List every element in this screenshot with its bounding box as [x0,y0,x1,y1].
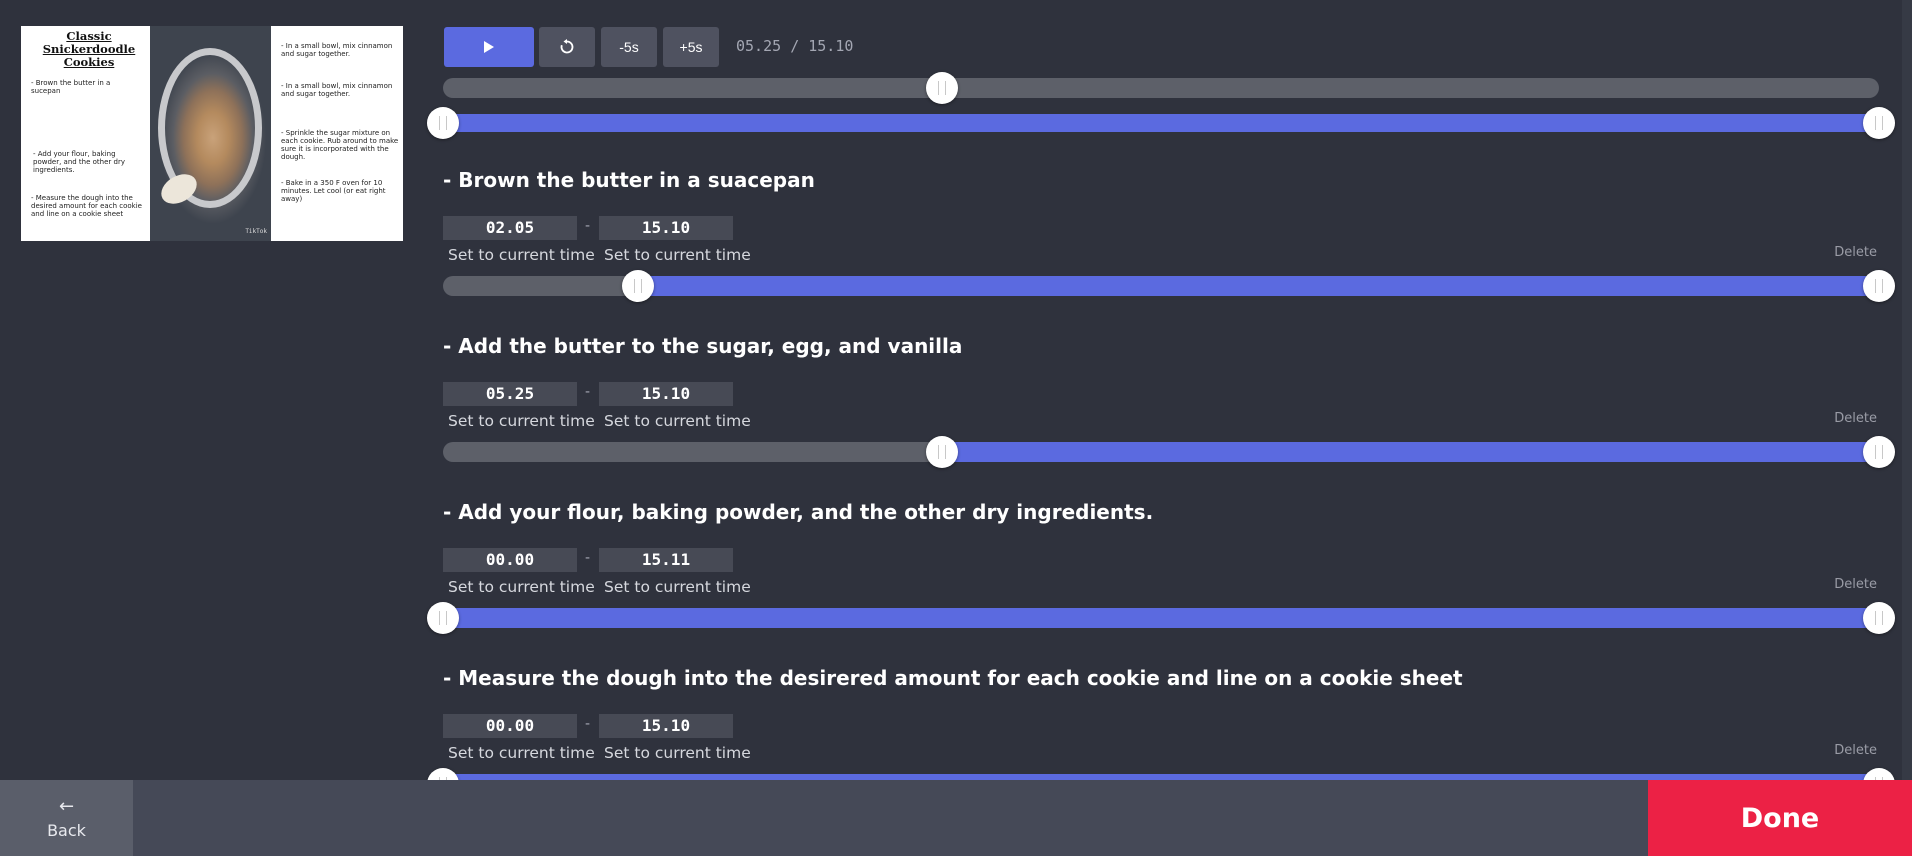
set-start-current-button[interactable]: Set to current time [448,412,595,430]
delete-step-button[interactable]: Delete [1834,411,1877,426]
range-fill [443,114,1879,132]
step-end-time[interactable]: 15.10 [599,216,733,240]
forward-5s-button[interactable]: +5s [663,27,719,67]
range-dash: - [585,384,591,400]
preview-left-panel: Classic Snickerdoodle Cookies - Brown th… [21,26,150,241]
set-start-current-button[interactable]: Set to current time [448,744,595,762]
step-start-time[interactable]: 00.00 [443,714,577,738]
back-label: Back [47,820,86,840]
preview-right-panel: - In a small bowl, mix cinnamon and suga… [271,26,403,241]
range-end-handle[interactable] [1863,107,1895,139]
total-time: 15.10 [808,37,854,55]
step-start-time[interactable]: 05.25 [443,382,577,406]
restart-button[interactable] [539,27,595,67]
preview-note: - In a small bowl, mix cinnamon and suga… [281,82,393,98]
delete-step-button[interactable]: Delete [1834,245,1877,260]
step-end-time[interactable]: 15.10 [599,714,733,738]
time-separator: / [790,37,800,55]
delete-step-button[interactable]: Delete [1834,577,1877,592]
set-start-current-button[interactable]: Set to current time [448,246,595,264]
set-end-current-button[interactable]: Set to current time [604,578,751,596]
range-slider[interactable] [427,107,1895,139]
range-slider[interactable] [443,270,1895,302]
preview-note: - Bake in a 350 F oven for 10 minutes. L… [281,179,386,203]
back-button[interactable]: ← Back [0,780,133,856]
step-start-time[interactable]: 00.00 [443,548,577,572]
range-slider[interactable] [443,436,1895,468]
step-start-time[interactable]: 02.05 [443,216,577,240]
step-end-time[interactable]: 15.11 [599,548,733,572]
step-title: - Measure the dough into the desirered a… [443,666,1463,690]
preview-note: - Brown the butter in a sucepan [31,79,111,95]
range-end-handle[interactable] [1863,602,1895,634]
range-start-handle[interactable] [926,436,959,468]
range-dash: - [585,218,591,234]
step-end-time[interactable]: 15.10 [599,382,733,406]
preview-note: - In a small bowl, mix cinnamon and suga… [281,42,393,58]
preview-note: - Measure the dough into the desired amo… [31,194,142,218]
playback-time: 05.25 / 15.10 [736,37,853,55]
set-end-current-button[interactable]: Set to current time [604,412,751,430]
preview-title: Classic Snickerdoodle Cookies [42,29,136,69]
range-end-handle[interactable] [1863,436,1895,468]
delete-step-button[interactable]: Delete [1834,743,1877,758]
step-title: - Add the butter to the sugar, egg, and … [443,334,963,358]
step-title: - Brown the butter in a suacepan [443,168,815,192]
range-slider[interactable] [427,602,1895,634]
range-dash: - [585,550,591,566]
current-time: 05.25 [736,37,782,55]
step-title: - Add your flour, baking powder, and the… [443,500,1154,524]
range-fill [443,608,1879,628]
set-end-current-button[interactable]: Set to current time [604,744,751,762]
scrollbar[interactable] [1902,0,1912,780]
range-start-handle[interactable] [427,602,459,634]
rewind-5s-button[interactable]: -5s [601,27,657,67]
range-start-handle[interactable] [621,270,654,302]
range-start-handle[interactable] [427,107,459,139]
play-icon [484,41,494,53]
range-fill [637,276,1879,296]
preview-image: TikTok [150,26,271,241]
playhead-handle[interactable] [926,72,959,104]
range-fill [942,442,1879,462]
set-end-current-button[interactable]: Set to current time [604,246,751,264]
restart-icon [560,39,574,54]
set-start-current-button[interactable]: Set to current time [448,578,595,596]
bottom-bar: ← Back Done [0,780,1912,856]
done-button[interactable]: Done [1648,780,1912,856]
preview-note: - Add your flour, baking powder, and the… [33,150,125,174]
video-preview: Classic Snickerdoodle Cookies - Brown th… [21,26,403,241]
watermark: TikTok [245,228,267,235]
range-end-handle[interactable] [1863,270,1895,302]
play-button[interactable] [444,27,534,67]
range-dash: - [585,716,591,732]
arrow-left-icon: ← [58,795,75,817]
playback-slider[interactable] [443,72,1879,104]
preview-note: - Sprinkle the sugar mixture on each coo… [281,129,399,161]
